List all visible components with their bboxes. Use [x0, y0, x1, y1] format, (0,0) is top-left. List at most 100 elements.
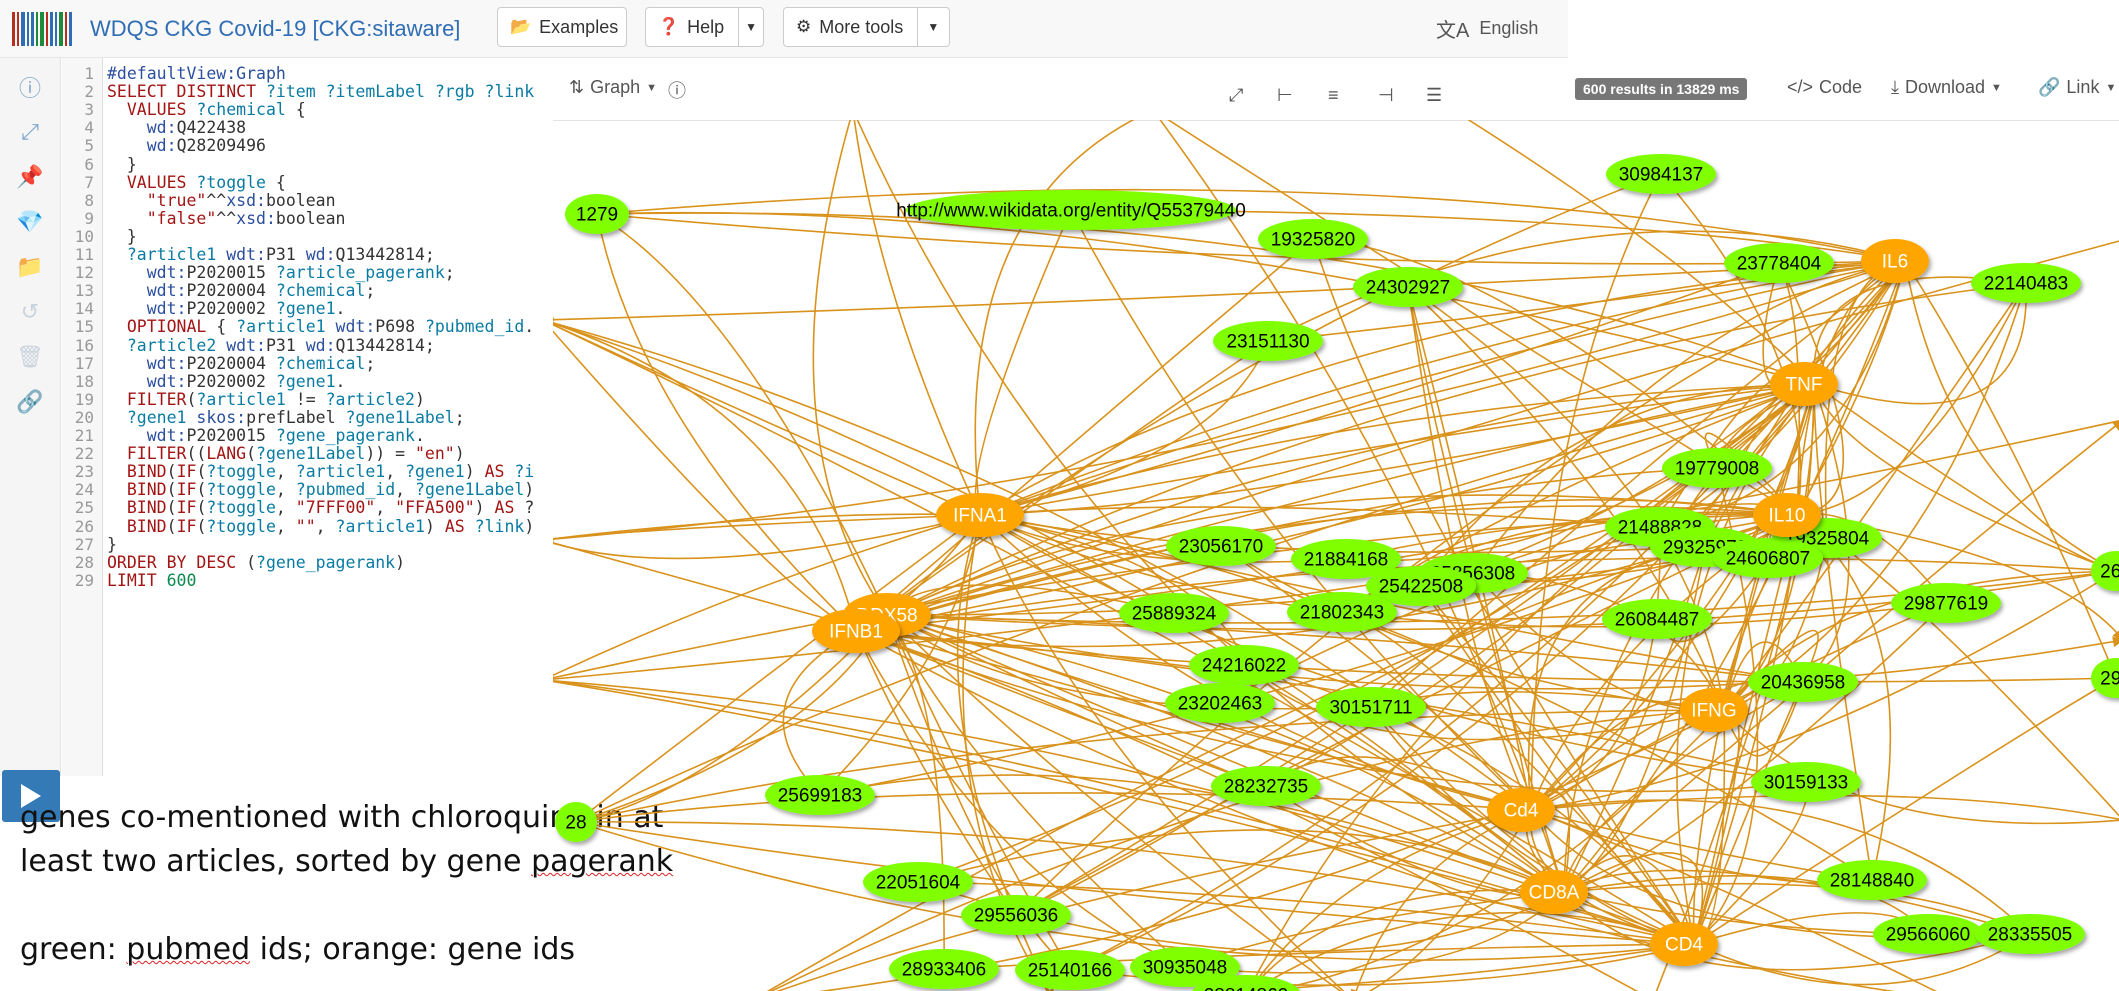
code-line[interactable]: wdt:P2020004 ?chemical; [107, 281, 376, 300]
pubmed-node[interactable]: 28 [555, 802, 597, 842]
pubmed-node[interactable]: 29556036 [961, 895, 1071, 935]
brand[interactable]: WDQS CKG Covid-19 [CKG:sitaware] [12, 11, 460, 47]
code-line[interactable]: } [107, 155, 137, 174]
align-right-icon[interactable]: ⊣ [1378, 85, 1394, 106]
pubmed-node[interactable]: 30984137 [1606, 154, 1716, 194]
gem-icon[interactable]: 💎 [15, 207, 45, 237]
pubmed-node[interactable]: 19325820 [1258, 219, 1368, 259]
code-line[interactable]: VALUES ?toggle { [107, 173, 286, 192]
pubmed-node-label: 19779008 [1675, 459, 1760, 480]
code-line[interactable]: FILTER((LANG(?gene1Label)) = "en") [107, 444, 465, 463]
gene-node[interactable]: IFNG [1680, 688, 1748, 732]
code-line[interactable]: ?article1 wdt:P31 wd:Q13442814; [107, 245, 435, 264]
pubmed-node[interactable]: 26084487 [1602, 599, 1712, 639]
link-icon[interactable]: 🔗 [15, 387, 45, 417]
align-center-icon[interactable]: ≡ [1328, 85, 1339, 106]
code-line[interactable]: OPTIONAL { ?article1 wdt:P698 ?pubmed_id… [107, 317, 534, 336]
code-line[interactable]: BIND(IF(?toggle, "", ?article1) AS ?link… [107, 517, 534, 536]
gene-node[interactable]: TNF [1770, 362, 1838, 406]
pubmed-node[interactable]: 21802343 [1287, 592, 1397, 632]
pubmed-node[interactable]: 30159133 [1751, 762, 1861, 802]
code-line[interactable]: "false"^^xsd:boolean [107, 209, 346, 228]
network-graph[interactable]: 1279 http://www.wikidata.org/entity/Q5537… [553, 120, 2119, 991]
expand-graph-icon[interactable]: ⤢ [1229, 85, 1243, 106]
pubmed-node[interactable]: 1279 [565, 194, 629, 234]
code-line[interactable]: ORDER BY DESC (?gene_pagerank) [107, 553, 405, 572]
code-line[interactable]: wdt:P2020015 ?gene_pagerank. [107, 426, 425, 445]
code-line[interactable]: #defaultView:Graph [107, 64, 286, 83]
pubmed-node-label: 22140483 [1984, 274, 2069, 295]
code-line[interactable]: ?gene1 skos:prefLabel ?gene1Label; [107, 408, 465, 427]
code-line[interactable]: wd:Q28209496 [107, 136, 266, 155]
code-line[interactable]: wd:Q422438 [107, 118, 246, 137]
code-line[interactable]: } [107, 535, 117, 554]
code-line[interactable]: FILTER(?article1 != ?article2) [107, 390, 425, 409]
gene-node[interactable]: IL6 [1861, 239, 1929, 283]
trash-icon[interactable]: 🗑 [15, 342, 45, 372]
pubmed-node[interactable]: 28148840 [1817, 860, 1927, 900]
gene-node[interactable]: IFNA1 [936, 493, 1024, 537]
question-circle-icon[interactable]: ⓘ [668, 77, 686, 103]
info-icon[interactable]: ⓘ [15, 72, 45, 102]
code-line[interactable]: wdt:P2020002 ?gene1. [107, 372, 346, 391]
pubmed-node[interactable]: 23151130 [1213, 321, 1323, 361]
chevron-down-icon[interactable]: ▼ [917, 8, 948, 46]
pubmed-node[interactable]: 24302927 [1353, 267, 1463, 307]
align-left-icon[interactable]: ⊢ [1277, 85, 1293, 106]
pubmed-node[interactable]: 28232735 [1211, 766, 1321, 806]
pubmed-node[interactable]: 30151711 [1316, 687, 1426, 727]
gene-node[interactable]: Cd4 [1487, 788, 1555, 832]
pubmed-node[interactable]: 28933406 [889, 949, 999, 989]
folder-icon[interactable]: 📁 [15, 252, 45, 282]
pubmed-node[interactable]: 25889324 [1119, 593, 1229, 633]
code-line[interactable]: BIND(IF(?toggle, ?pubmed_id, ?gene1Label… [107, 480, 534, 499]
pubmed-node[interactable]: 19779008 [1662, 448, 1772, 488]
pubmed-node[interactable]: 22140483 [1971, 263, 2081, 303]
code-button[interactable]: </> Code [1787, 77, 1862, 98]
query-editor[interactable]: 1 2 3 4 5 6 7 8 9 10 11 12 13 14 15 16 17 18 19 20 21 22 23 24 2… [62, 58, 552, 776]
pubmed-node[interactable]: 24606807 [1713, 538, 1823, 578]
examples-button[interactable]: 📂 Examples [497, 7, 627, 47]
list-icon[interactable]: ☰ [1426, 85, 1442, 106]
code-line[interactable]: } [107, 227, 137, 246]
code-line[interactable]: VALUES ?chemical { [107, 100, 306, 119]
graph-nodes[interactable]: 1279 http://www.wikidata.org/entity/Q5537… [555, 154, 2119, 991]
more-tools-dropdown[interactable]: ⚙ More tools ▼ [783, 7, 950, 47]
code-line[interactable]: wdt:P2020015 ?article_pagerank; [107, 263, 455, 282]
language-selector[interactable]: 文A English [1436, 14, 1538, 43]
code-line[interactable]: SELECT DISTINCT ?item ?itemLabel ?rgb ?l… [107, 82, 534, 101]
pubmed-node[interactable]: 25140166 [1015, 950, 1125, 990]
code-line[interactable]: wdt:P2020004 ?chemical; [107, 354, 376, 373]
undo-icon[interactable]: ↺ [15, 297, 45, 327]
pubmed-node[interactable]: 24216022 [1189, 645, 1299, 685]
gene-node[interactable]: IL10 [1753, 493, 1821, 537]
code-line[interactable]: BIND(IF(?toggle, "7FFF00", "FFA500") AS … [107, 498, 534, 517]
chevron-down-icon[interactable]: ▼ [738, 8, 763, 46]
gene-node[interactable]: CD4 [1650, 922, 1718, 966]
pubmed-node[interactable]: 23202463 [1165, 683, 1275, 723]
code-line[interactable]: LIMIT 600 [107, 571, 196, 590]
pubmed-node[interactable]: 22051604 [863, 862, 973, 902]
pubmed-node[interactable]: 23778404 [1724, 243, 1834, 283]
download-dropdown[interactable]: ⤓ Download ▼ [1891, 77, 2002, 98]
pin-icon[interactable]: 📌 [15, 162, 45, 192]
pubmed-node[interactable]: 23056170 [1166, 526, 1276, 566]
view-mode-dropdown[interactable]: ⇅ Graph ▼ [569, 77, 657, 98]
code-line[interactable]: "true"^^xsd:boolean [107, 191, 336, 210]
pubmed-node[interactable]: 29566060 [1873, 914, 1983, 954]
link-dropdown[interactable]: 🔗 Link ▼ [2038, 77, 2116, 98]
pubmed-node[interactable]: 29877619 [1891, 583, 2001, 623]
gene-node[interactable]: CD8A [1520, 870, 1588, 914]
code-line[interactable]: BIND(IF(?toggle, ?article1, ?gene1) AS ?… [107, 462, 534, 481]
pubmed-node[interactable]: 263 [2091, 551, 2119, 591]
pubmed-node[interactable]: 293 [2091, 658, 2119, 698]
code-line[interactable]: wdt:P2020002 ?gene1. [107, 299, 346, 318]
pubmed-node[interactable]: 25699183 [765, 775, 875, 815]
help-dropdown[interactable]: ❓ Help ▼ [645, 7, 764, 47]
pubmed-node[interactable]: 28335505 [1975, 914, 2085, 954]
gene-node[interactable]: IFNB1 [812, 609, 900, 653]
pubmed-node[interactable]: 20436958 [1748, 662, 1858, 702]
code-line[interactable]: ?article2 wdt:P31 wd:Q13442814; [107, 336, 435, 355]
expand-icon[interactable]: ⤢ [15, 117, 45, 147]
line-number-gutter: 1 2 3 4 5 6 7 8 9 10 11 12 13 14 15 16 17 18 19 20 21 22 23 24 2… [62, 58, 103, 776]
